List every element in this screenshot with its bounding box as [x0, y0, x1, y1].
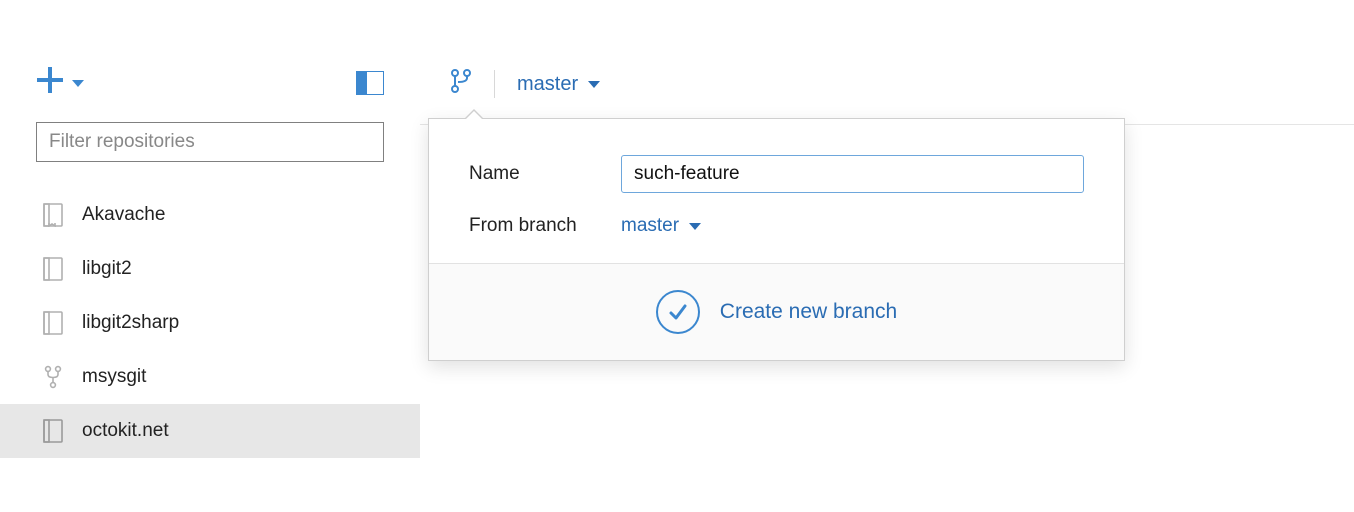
branch-dropdown[interactable]: master — [517, 73, 600, 96]
filter-wrap — [0, 122, 420, 180]
create-branch-button[interactable]: Create new branch — [429, 263, 1124, 360]
fork-icon — [42, 364, 64, 390]
repo-item-label: msysgit — [82, 366, 146, 388]
repo-item-label: Akavache — [82, 204, 165, 226]
branch-icon[interactable] — [450, 68, 472, 100]
repo-icon — [42, 418, 64, 444]
toggle-sidebar-button[interactable] — [356, 71, 384, 95]
chevron-down-icon — [588, 81, 600, 88]
from-branch-dropdown[interactable]: master — [621, 215, 1084, 237]
repo-item[interactable]: Akavache — [0, 188, 420, 242]
from-branch-value: master — [621, 215, 679, 237]
check-icon — [656, 290, 700, 334]
sidebar-toolbar — [0, 50, 420, 122]
filter-repositories-input[interactable] — [36, 122, 384, 162]
chevron-down-icon — [72, 72, 84, 94]
repo-item[interactable]: libgit2sharp — [0, 296, 420, 350]
repo-item[interactable]: msysgit — [0, 350, 420, 404]
plus-icon — [36, 66, 64, 100]
from-branch-label: From branch — [469, 215, 621, 237]
repo-icon — [42, 202, 64, 228]
branch-name-input[interactable] — [621, 155, 1084, 193]
popover-body: Name From branch master — [429, 119, 1124, 263]
repo-item-label: octokit.net — [82, 420, 169, 442]
name-label: Name — [469, 163, 621, 185]
repo-icon — [42, 310, 64, 336]
popover-arrow — [464, 109, 484, 119]
main-area: master Name From branch master — [420, 50, 1354, 512]
repo-item-label: libgit2 — [82, 258, 132, 280]
sidebar: Akavache libgit2 libgit2sharp msysgit — [0, 50, 420, 512]
form-row-name: Name — [469, 155, 1084, 193]
add-repo-menu[interactable] — [36, 66, 84, 100]
form-row-from: From branch master — [469, 215, 1084, 237]
divider — [494, 70, 495, 98]
repo-icon — [42, 256, 64, 282]
repo-list: Akavache libgit2 libgit2sharp msysgit — [0, 180, 420, 458]
repo-item[interactable]: octokit.net — [0, 404, 420, 458]
create-branch-popover: Name From branch master — [428, 118, 1125, 361]
chevron-down-icon — [689, 223, 701, 230]
repo-item-label: libgit2sharp — [82, 312, 179, 334]
create-branch-label: Create new branch — [720, 300, 897, 324]
branch-dropdown-label: master — [517, 73, 578, 96]
branch-toolbar: master — [420, 50, 1354, 124]
repo-item[interactable]: libgit2 — [0, 242, 420, 296]
